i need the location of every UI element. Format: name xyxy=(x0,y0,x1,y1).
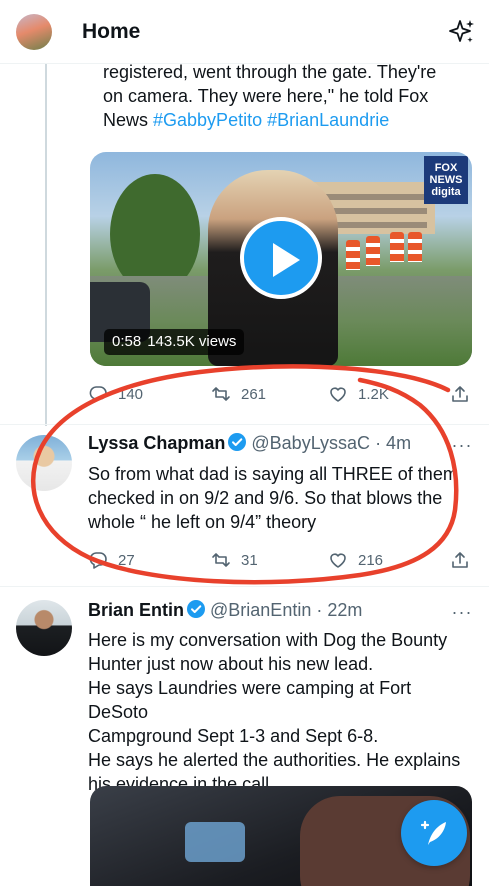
retweet-count: 31 xyxy=(241,551,258,569)
tweet3-line: He says Laundries were camping at Fort D… xyxy=(88,678,412,722)
play-icon xyxy=(273,243,300,277)
tweet-divider xyxy=(0,424,489,425)
compose-feather-icon xyxy=(420,820,446,845)
hashtag-link[interactable]: #GabbyPetito xyxy=(153,110,262,130)
heart-icon xyxy=(330,387,346,402)
video-views: 143.5K views xyxy=(147,333,237,350)
verified-badge-icon xyxy=(187,600,206,618)
sparkle-icon[interactable] xyxy=(448,18,476,46)
page-title: Home xyxy=(82,20,141,43)
retweet-button[interactable]: 31 xyxy=(211,548,258,572)
tweet3-line: Here is my conversation with Dog the Bou… xyxy=(88,630,448,650)
like-count: 216 xyxy=(358,551,384,569)
tweet3-line: Hunter just now about his new lead. xyxy=(88,654,374,674)
share-button[interactable] xyxy=(450,382,470,406)
tweet2-line: So from what dad is saying all THREE of … xyxy=(88,464,458,484)
more-options-icon[interactable]: ··· xyxy=(450,603,474,627)
reply-icon xyxy=(89,386,107,403)
tweet2-author-handle[interactable]: @BabyLyssaC xyxy=(251,433,370,453)
retweet-count: 261 xyxy=(241,385,267,403)
tweet3-timestamp[interactable]: · 22m xyxy=(316,600,362,620)
reply-icon xyxy=(89,552,107,569)
more-options-icon[interactable]: ··· xyxy=(450,436,474,460)
video-duration: 0:58 xyxy=(112,333,142,350)
compose-tweet-button[interactable] xyxy=(401,800,467,866)
tweet3-author-handle[interactable]: @BrianEntin xyxy=(210,600,311,620)
video-scene-cone xyxy=(390,232,404,262)
thread-connector-line xyxy=(45,64,47,426)
tweet1-text: registered, went through the gate. They'… xyxy=(103,60,473,132)
avatar[interactable] xyxy=(16,600,72,656)
tweet-divider xyxy=(0,586,489,587)
top-header: Home xyxy=(0,0,489,64)
tweet3-line: He says he alerted the authorities. He e… xyxy=(88,750,461,770)
tweet2-actions: 27 31 216 xyxy=(88,548,473,572)
profile-avatar[interactable] xyxy=(16,14,52,50)
reply-button[interactable]: 140 xyxy=(88,382,143,406)
tweet2-author-name[interactable]: Lyssa Chapman xyxy=(88,433,225,453)
tweet1-line: News #GabbyPetito #BrianLaundrie xyxy=(103,108,473,132)
tweet3-line: Campground Sept 1-3 and Sept 6-8. xyxy=(88,726,379,746)
verified-badge-icon xyxy=(228,433,247,451)
tweet1-actions: 140 261 1.2K xyxy=(88,382,473,406)
tweet3-text: Here is my conversation with Dog the Bou… xyxy=(88,628,473,796)
retweet-button[interactable]: 261 xyxy=(211,382,266,406)
share-icon xyxy=(452,552,468,568)
share-button[interactable] xyxy=(450,548,470,572)
tweet1-video[interactable]: FOX NEWS digita 0:58 143.5K views xyxy=(90,152,472,366)
reply-count: 27 xyxy=(118,551,135,569)
tweet2-line: checked in on 9/2 and 9/6. So that blows… xyxy=(88,488,443,508)
tweet2-text: So from what dad is saying all THREE of … xyxy=(88,462,468,534)
reply-button[interactable]: 27 xyxy=(88,548,135,572)
play-button[interactable] xyxy=(240,217,322,299)
tweet2-timestamp[interactable]: · 4m xyxy=(375,433,411,453)
video-scene-cone xyxy=(366,236,380,266)
video-scene-cone xyxy=(408,232,422,262)
tweet1-line: on camera. They were here," he told Fox xyxy=(103,86,429,106)
share-icon xyxy=(452,386,468,402)
like-button[interactable]: 216 xyxy=(328,548,383,572)
media-scene-screen xyxy=(185,822,245,862)
retweet-icon xyxy=(212,553,230,567)
fox-news-logo: FOX NEWS digita xyxy=(424,156,468,204)
video-info-badge: 0:58 143.5K views xyxy=(104,329,245,355)
tweet1-line-prefix: News xyxy=(103,110,154,130)
tweet3-header: Brian Entin @BrianEntin · 22m xyxy=(88,598,362,622)
tweet2-line: whole “ he left on 9/4” theory xyxy=(88,512,317,532)
reply-count: 140 xyxy=(118,385,144,403)
tweet1-line: registered, went through the gate. They'… xyxy=(103,62,437,82)
video-scene-cone xyxy=(346,240,360,270)
like-button[interactable]: 1.2K xyxy=(328,382,389,406)
avatar[interactable] xyxy=(16,435,72,491)
heart-icon xyxy=(330,553,346,568)
retweet-icon xyxy=(212,387,230,401)
hashtag-link[interactable]: #BrianLaundrie xyxy=(267,110,389,130)
tweet3-author-name[interactable]: Brian Entin xyxy=(88,600,184,620)
tweet2-header: Lyssa Chapman @BabyLyssaC · 4m xyxy=(88,431,411,455)
like-count: 1.2K xyxy=(358,385,389,403)
